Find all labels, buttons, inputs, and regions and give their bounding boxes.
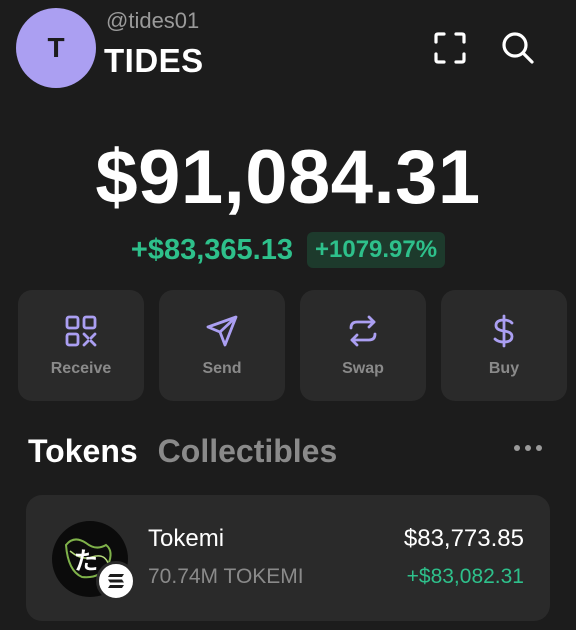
receive-button[interactable]: Receive xyxy=(18,290,144,401)
token-row[interactable]: た Tokemi 70.74M TOKEMI $83,773.85 +$83,0… xyxy=(26,495,550,621)
send-arrow-icon xyxy=(206,315,238,346)
token-amount: 70.74M TOKEMI xyxy=(148,565,304,588)
token-name: Tokemi xyxy=(148,525,225,552)
tab-tokens[interactable]: Tokens xyxy=(28,433,138,470)
avatar-letter: T xyxy=(47,32,65,63)
swap-button[interactable]: Swap xyxy=(300,290,426,401)
balance-change-percent: +1079.97% xyxy=(306,232,446,268)
account-handle: @tides01 xyxy=(106,8,200,33)
action-buttons: Receive Send Swap Buy xyxy=(18,290,567,401)
chain-badge xyxy=(96,561,136,601)
buy-label: Buy xyxy=(488,359,520,377)
token-value: $83,773.85 xyxy=(403,525,524,552)
search-icon xyxy=(502,32,534,64)
send-label: Send xyxy=(202,359,242,377)
tab-collectibles[interactable]: Collectibles xyxy=(158,433,338,470)
more-dot xyxy=(525,445,531,451)
qr-code-icon xyxy=(65,315,97,346)
avatar[interactable]: T xyxy=(16,8,96,88)
token-logo-glyph: た xyxy=(74,547,98,575)
token-change: +$83,082.31 xyxy=(406,565,524,588)
expand-icon xyxy=(434,32,466,64)
total-balance: $91,084.31 xyxy=(95,135,481,220)
expand-button[interactable] xyxy=(430,28,470,68)
balance-change-amount: +$83,365.13 xyxy=(130,233,293,266)
more-options-icon[interactable] xyxy=(514,445,542,451)
more-dot xyxy=(536,445,542,451)
send-button[interactable]: Send xyxy=(159,290,285,401)
swap-label: Swap xyxy=(342,359,384,377)
header: T @tides01 TIDES xyxy=(0,0,576,100)
buy-button[interactable]: Buy xyxy=(441,290,567,401)
receive-label: Receive xyxy=(50,359,112,377)
more-dot xyxy=(514,445,520,451)
account-name[interactable]: TIDES xyxy=(104,42,204,80)
dollar-icon xyxy=(493,314,514,347)
solana-icon xyxy=(108,574,124,588)
balance-change-row: +$83,365.13 +1079.97% xyxy=(0,232,576,268)
asset-tabs: Tokens Collectibles xyxy=(28,433,337,470)
search-button[interactable] xyxy=(498,28,538,68)
swap-arrows-icon xyxy=(349,315,377,346)
